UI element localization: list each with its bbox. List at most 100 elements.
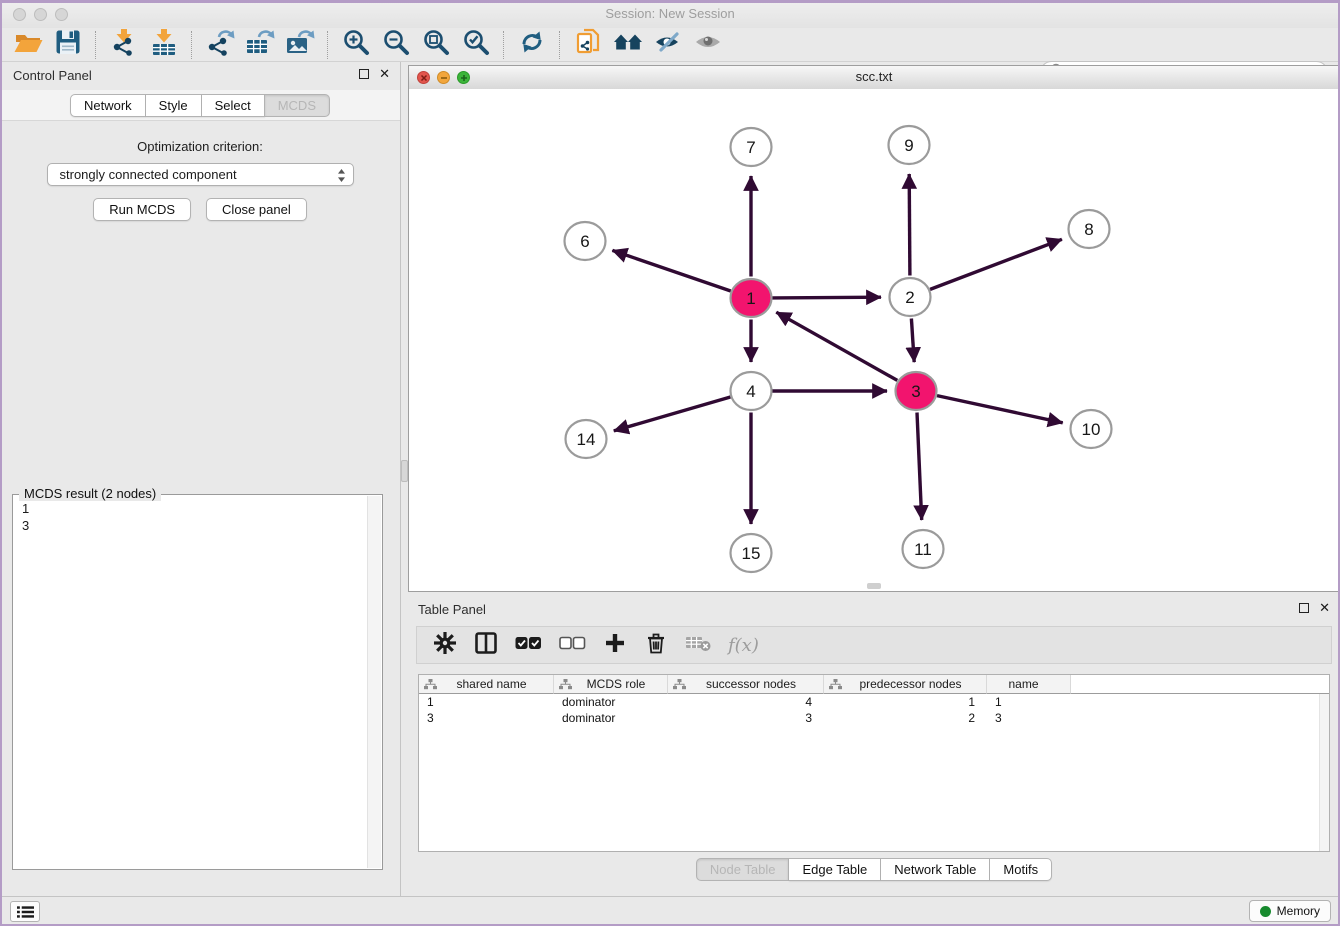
tab-style[interactable]: Style	[146, 94, 202, 117]
graph-node-1[interactable]: 1	[731, 279, 772, 317]
function-builder-button[interactable]: f(x)	[728, 633, 759, 657]
zoom-in-button[interactable]	[336, 29, 376, 61]
table-row[interactable]: 1dominator411	[419, 694, 1329, 710]
table-toolbar: f(x)	[416, 626, 1332, 664]
home-button[interactable]	[608, 29, 648, 61]
table-scrollbar[interactable]	[1319, 694, 1329, 851]
deselect-all-button[interactable]	[559, 633, 586, 657]
column-header-name[interactable]: name	[987, 675, 1071, 694]
node-table[interactable]: shared nameMCDS rolesuccessor nodesprede…	[418, 674, 1330, 852]
tab-edge-table[interactable]: Edge Table	[789, 858, 881, 881]
save-session-button[interactable]	[48, 29, 88, 61]
settings-button[interactable]	[433, 633, 457, 657]
clone-network-button[interactable]	[568, 29, 608, 61]
graph-edge-3-11[interactable]	[917, 413, 922, 521]
table-panel: Table Panel ✕ f(x) shared nameMCDS roles…	[408, 596, 1340, 890]
network-graph[interactable]: 7 9 6 8 1 2 4 3 14 10 15 11	[409, 89, 1339, 591]
graph-node-8[interactable]: 8	[1069, 210, 1110, 248]
network-canvas[interactable]: 7 9 6 8 1 2 4 3 14 10 15 11	[409, 89, 1339, 591]
graph-node-2[interactable]: 2	[890, 278, 931, 316]
network-close-button[interactable]	[417, 71, 430, 84]
graph-edge-3-1[interactable]	[776, 312, 897, 380]
task-history-button[interactable]	[10, 901, 40, 922]
graph-edge-1-6[interactable]	[612, 250, 730, 291]
tab-network-table[interactable]: Network Table	[881, 858, 990, 881]
close-panel-button[interactable]: Close panel	[206, 198, 307, 221]
table-cell[interactable]: 1	[419, 694, 554, 710]
import-table-button[interactable]	[144, 29, 184, 61]
result-scrollbar[interactable]	[367, 496, 381, 868]
zoom-selected-button[interactable]	[456, 29, 496, 61]
list-icon	[17, 905, 34, 919]
column-header-MCDS-role[interactable]: MCDS role	[554, 675, 668, 694]
optimization-criterion-dropdown[interactable]: strongly connected component	[47, 163, 354, 186]
column-header-predecessor-nodes[interactable]: predecessor nodes	[824, 675, 987, 694]
graph-edge-3-10[interactable]	[937, 396, 1063, 423]
table-cell[interactable]: dominator	[554, 694, 668, 710]
network-minimize-button[interactable]	[437, 71, 450, 84]
table-cell[interactable]: 3	[668, 710, 824, 726]
table-cell[interactable]: 3	[987, 710, 1071, 726]
zoom-window-button[interactable]	[55, 8, 68, 21]
graph-edge-1-2[interactable]	[773, 297, 882, 298]
column-header-shared-name[interactable]: shared name	[419, 675, 554, 694]
table-close-panel-icon[interactable]: ✕	[1319, 603, 1330, 613]
graph-edge-4-14[interactable]	[614, 397, 731, 431]
graph-node-3[interactable]: 3	[896, 372, 937, 410]
mcds-result-box[interactable]: MCDS result (2 nodes) 13	[12, 494, 383, 870]
tab-motifs[interactable]: Motifs	[990, 858, 1052, 881]
refresh-button[interactable]	[512, 29, 552, 61]
svg-text:7: 7	[746, 138, 755, 157]
zoom-out-button[interactable]	[376, 29, 416, 61]
close-window-button[interactable]	[13, 8, 26, 21]
open-session-button[interactable]	[8, 29, 48, 61]
close-panel-icon[interactable]: ✕	[379, 69, 390, 79]
export-image-button[interactable]	[280, 29, 320, 61]
tab-mcds[interactable]: MCDS	[265, 94, 330, 117]
memory-button[interactable]: Memory	[1249, 900, 1331, 922]
table-cell[interactable]: 2	[824, 710, 987, 726]
graph-node-14[interactable]: 14	[566, 420, 607, 458]
column-header-successor-nodes[interactable]: successor nodes	[668, 675, 824, 694]
tab-node-table[interactable]: Node Table	[696, 858, 790, 881]
minimize-window-button[interactable]	[34, 8, 47, 21]
graph-node-6[interactable]: 6	[565, 222, 606, 260]
run-mcds-button[interactable]: Run MCDS	[93, 198, 191, 221]
graph-edge-2-9[interactable]	[909, 174, 910, 276]
import-network-button[interactable]	[104, 29, 144, 61]
select-all-button[interactable]	[515, 633, 542, 657]
export-network-button[interactable]	[200, 29, 240, 61]
add-icon	[605, 633, 625, 658]
table-cell[interactable]: dominator	[554, 710, 668, 726]
export-table-button[interactable]	[240, 29, 280, 61]
delete-table-button[interactable]	[685, 633, 711, 657]
float-panel-icon[interactable]	[359, 69, 369, 79]
graph-node-7[interactable]: 7	[731, 128, 772, 166]
tab-select[interactable]: Select	[202, 94, 265, 117]
table-float-panel-icon[interactable]	[1299, 603, 1309, 613]
canvas-resize-grip[interactable]	[867, 583, 881, 589]
graph-node-11[interactable]: 11	[903, 530, 944, 568]
network-window-titlebar[interactable]: scc.txt	[409, 66, 1339, 90]
table-cell[interactable]: 1	[824, 694, 987, 710]
delete-button[interactable]	[644, 633, 668, 657]
graph-edge-2-8[interactable]	[930, 239, 1062, 289]
graph-node-10[interactable]: 10	[1071, 410, 1112, 448]
graph-node-15[interactable]: 15	[731, 534, 772, 572]
add-button[interactable]	[603, 633, 627, 657]
panel-splitter[interactable]	[401, 62, 408, 896]
splitter-grip[interactable]	[401, 460, 408, 482]
hide-details-button[interactable]	[648, 29, 688, 61]
zoom-fit-button[interactable]	[416, 29, 456, 61]
show-details-button[interactable]	[688, 29, 728, 61]
table-row[interactable]: 3dominator323	[419, 710, 1329, 726]
graph-node-9[interactable]: 9	[889, 126, 930, 164]
graph-edge-2-3[interactable]	[911, 319, 914, 363]
table-cell[interactable]: 4	[668, 694, 824, 710]
network-zoom-button[interactable]	[457, 71, 470, 84]
table-cell[interactable]: 3	[419, 710, 554, 726]
tab-network[interactable]: Network	[70, 94, 146, 117]
columns-button[interactable]	[474, 633, 498, 657]
table-cell[interactable]: 1	[987, 694, 1071, 710]
graph-node-4[interactable]: 4	[731, 372, 772, 410]
